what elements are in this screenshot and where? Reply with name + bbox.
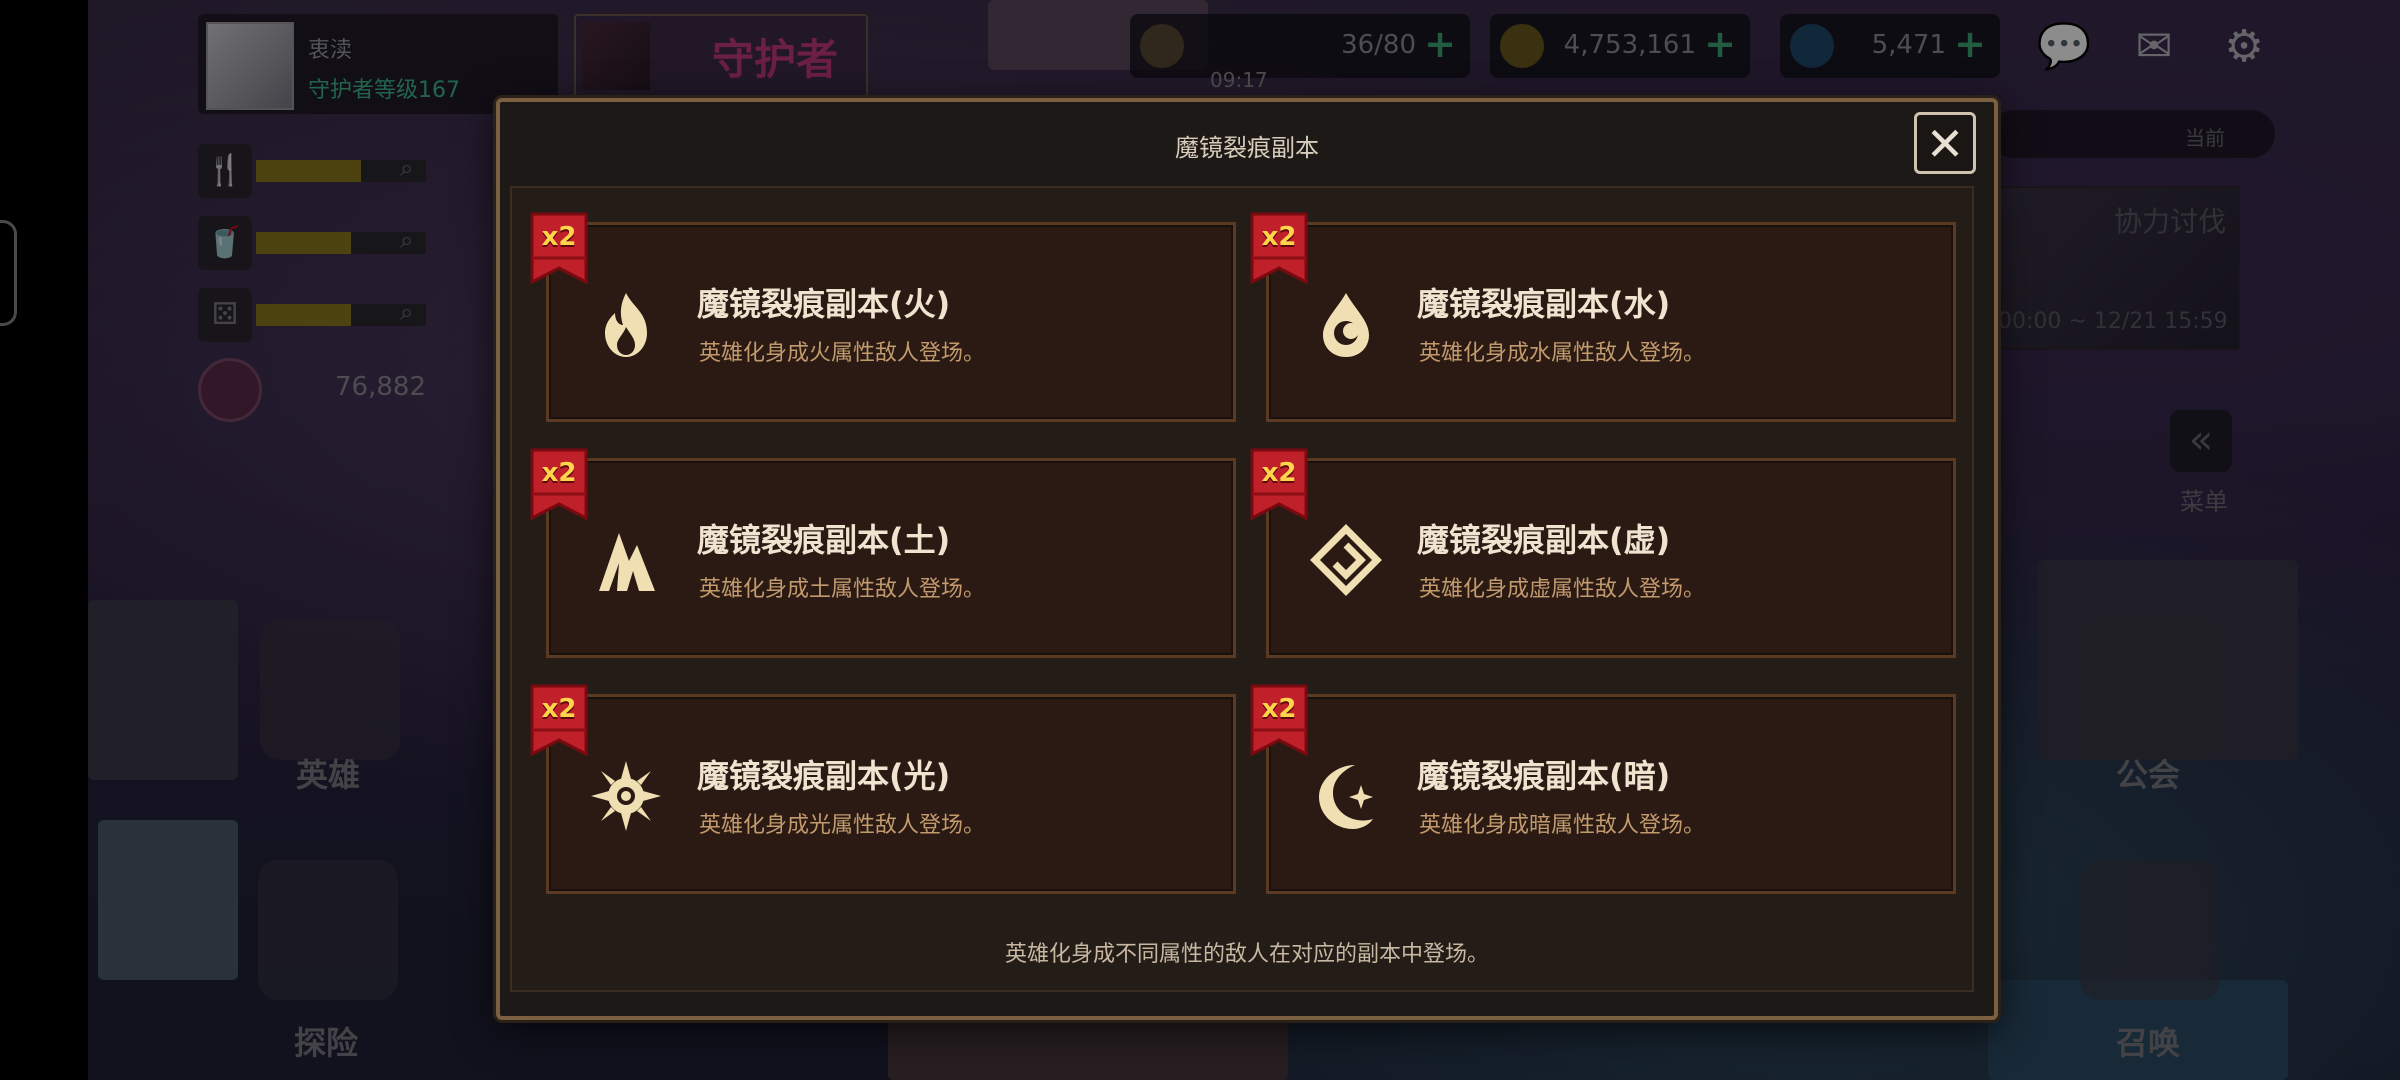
double-reward-badge: x2 [1250,682,1308,758]
dungeon-description: 英雄化身成土属性敌人登场。 [699,577,986,602]
dungeon-card-fire[interactable]: 魔镜裂痕副本(火) 英雄化身成火属性敌人登场。 [546,222,1236,422]
dungeon-title: 魔镜裂痕副本(水) [1417,285,1671,323]
sun-icon [589,759,663,833]
double-reward-badge: x2 [1250,446,1308,522]
dialog-footer-note: 英雄化身成不同属性的敌人在对应的副本中登场。 [1004,942,1489,967]
badge-text: x2 [1261,458,1297,488]
dungeon-title: 魔镜裂痕副本(火) [697,285,951,323]
dungeon-description: 英雄化身成光属性敌人登场。 [699,813,986,838]
dungeon-title: 魔镜裂痕副本(暗) [1417,757,1671,795]
close-button[interactable]: ✕ [1914,112,1976,174]
dungeon-select-dialog: 魔镜裂痕副本 ✕ 魔镜裂痕副本(火) 英雄化身成火属性敌人登场。 魔镜裂痕副本(… [496,98,1998,1020]
close-icon: ✕ [1925,117,1965,171]
water-drop-icon [1309,287,1383,361]
badge-text: x2 [1261,694,1297,724]
dungeon-card-water[interactable]: 魔镜裂痕副本(水) 英雄化身成水属性敌人登场。 [1266,222,1956,422]
crescent-moon-icon [1309,759,1383,833]
badge-text: x2 [1261,222,1297,252]
dungeon-title: 魔镜裂痕副本(光) [697,757,951,795]
dungeon-description: 英雄化身成火属性敌人登场。 [699,341,986,366]
void-diamond-icon [1309,523,1383,597]
dungeon-card-light[interactable]: 魔镜裂痕副本(光) 英雄化身成光属性敌人登场。 [546,694,1236,894]
double-reward-badge: x2 [1250,210,1308,286]
mountain-icon [589,523,663,597]
double-reward-badge: x2 [530,210,588,286]
double-reward-badge: x2 [530,682,588,758]
dungeon-card-dark[interactable]: 魔镜裂痕副本(暗) 英雄化身成暗属性敌人登场。 [1266,694,1956,894]
dungeon-list: 魔镜裂痕副本(火) 英雄化身成火属性敌人登场。 魔镜裂痕副本(水) 英雄化身成水… [510,186,1974,992]
badge-text: x2 [541,458,577,488]
dungeon-title: 魔镜裂痕副本(虚) [1417,521,1671,559]
dungeon-card-earth[interactable]: 魔镜裂痕副本(土) 英雄化身成土属性敌人登场。 [546,458,1236,658]
dungeon-description: 英雄化身成水属性敌人登场。 [1419,341,1706,366]
badge-text: x2 [541,222,577,252]
badge-text: x2 [541,694,577,724]
dungeon-card-void[interactable]: 魔镜裂痕副本(虚) 英雄化身成虚属性敌人登场。 [1266,458,1956,658]
double-reward-badge: x2 [530,446,588,522]
dungeon-title: 魔镜裂痕副本(土) [697,521,951,559]
dungeon-description: 英雄化身成虚属性敌人登场。 [1419,577,1706,602]
fire-icon [589,287,663,361]
dungeon-description: 英雄化身成暗属性敌人登场。 [1419,813,1706,838]
dialog-title: 魔镜裂痕副本 [1175,134,1319,162]
